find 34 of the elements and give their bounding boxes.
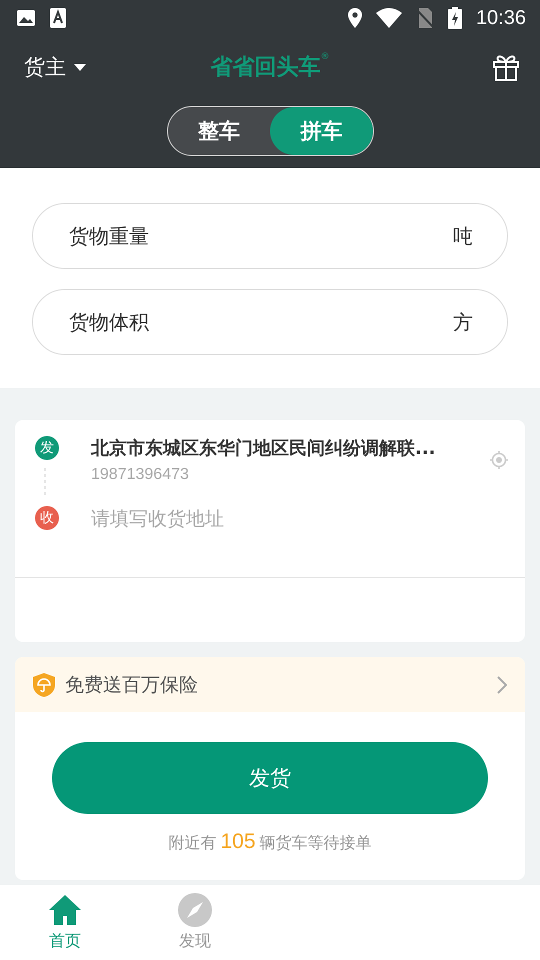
image-icon <box>16 9 36 27</box>
compass-icon <box>178 893 212 928</box>
insurance-label: 免费送百万保险 <box>65 672 199 698</box>
route-badge: 发 <box>35 436 59 460</box>
home-icon <box>48 893 82 928</box>
shield-icon <box>33 672 55 697</box>
nearby-text: 辆货车等待接单 <box>260 833 372 854</box>
phone-number: 19871396473 <box>91 466 190 484</box>
route-badge: 收 <box>35 506 59 530</box>
role-dropdown[interactable]: 货主 <box>24 53 86 81</box>
battery-icon <box>448 7 462 29</box>
cargo-field[interactable]: 货物重量 吨 <box>32 203 508 270</box>
gift-icon[interactable] <box>492 53 520 81</box>
chevron-right-icon <box>497 676 507 694</box>
origin-address[interactable]: 北京市东城区东华门地区民间纠纷调解联... <box>91 436 489 460</box>
mode-tab[interactable]: 整车 <box>168 107 270 155</box>
clock: 10:36 <box>476 6 526 30</box>
unit-label: 方 <box>453 308 473 336</box>
font-icon <box>50 8 66 28</box>
cargo-input-field[interactable]: 货物体积 <box>67 309 453 336</box>
app-logo: 省省回头车 <box>210 54 320 82</box>
mode-tab[interactable]: 拼车 <box>270 107 372 155</box>
insurance-banner[interactable]: 免费送百万保险 <box>15 657 525 712</box>
nearby-text: 附近有 <box>168 833 216 854</box>
wifi-icon <box>376 8 402 28</box>
caret-icon <box>74 64 86 70</box>
unit-label: 吨 <box>453 222 473 250</box>
nav-tab[interactable]: 首页 <box>0 885 130 960</box>
cargo-input-field[interactable]: 货物重量 <box>67 223 453 250</box>
location-icon <box>348 8 362 28</box>
registered-mark: ® <box>320 52 330 62</box>
cargo-field[interactable]: 货物体积 方 <box>32 289 508 356</box>
truck-count: 105 <box>220 830 256 854</box>
ship-button[interactable]: 发货 <box>52 742 488 814</box>
